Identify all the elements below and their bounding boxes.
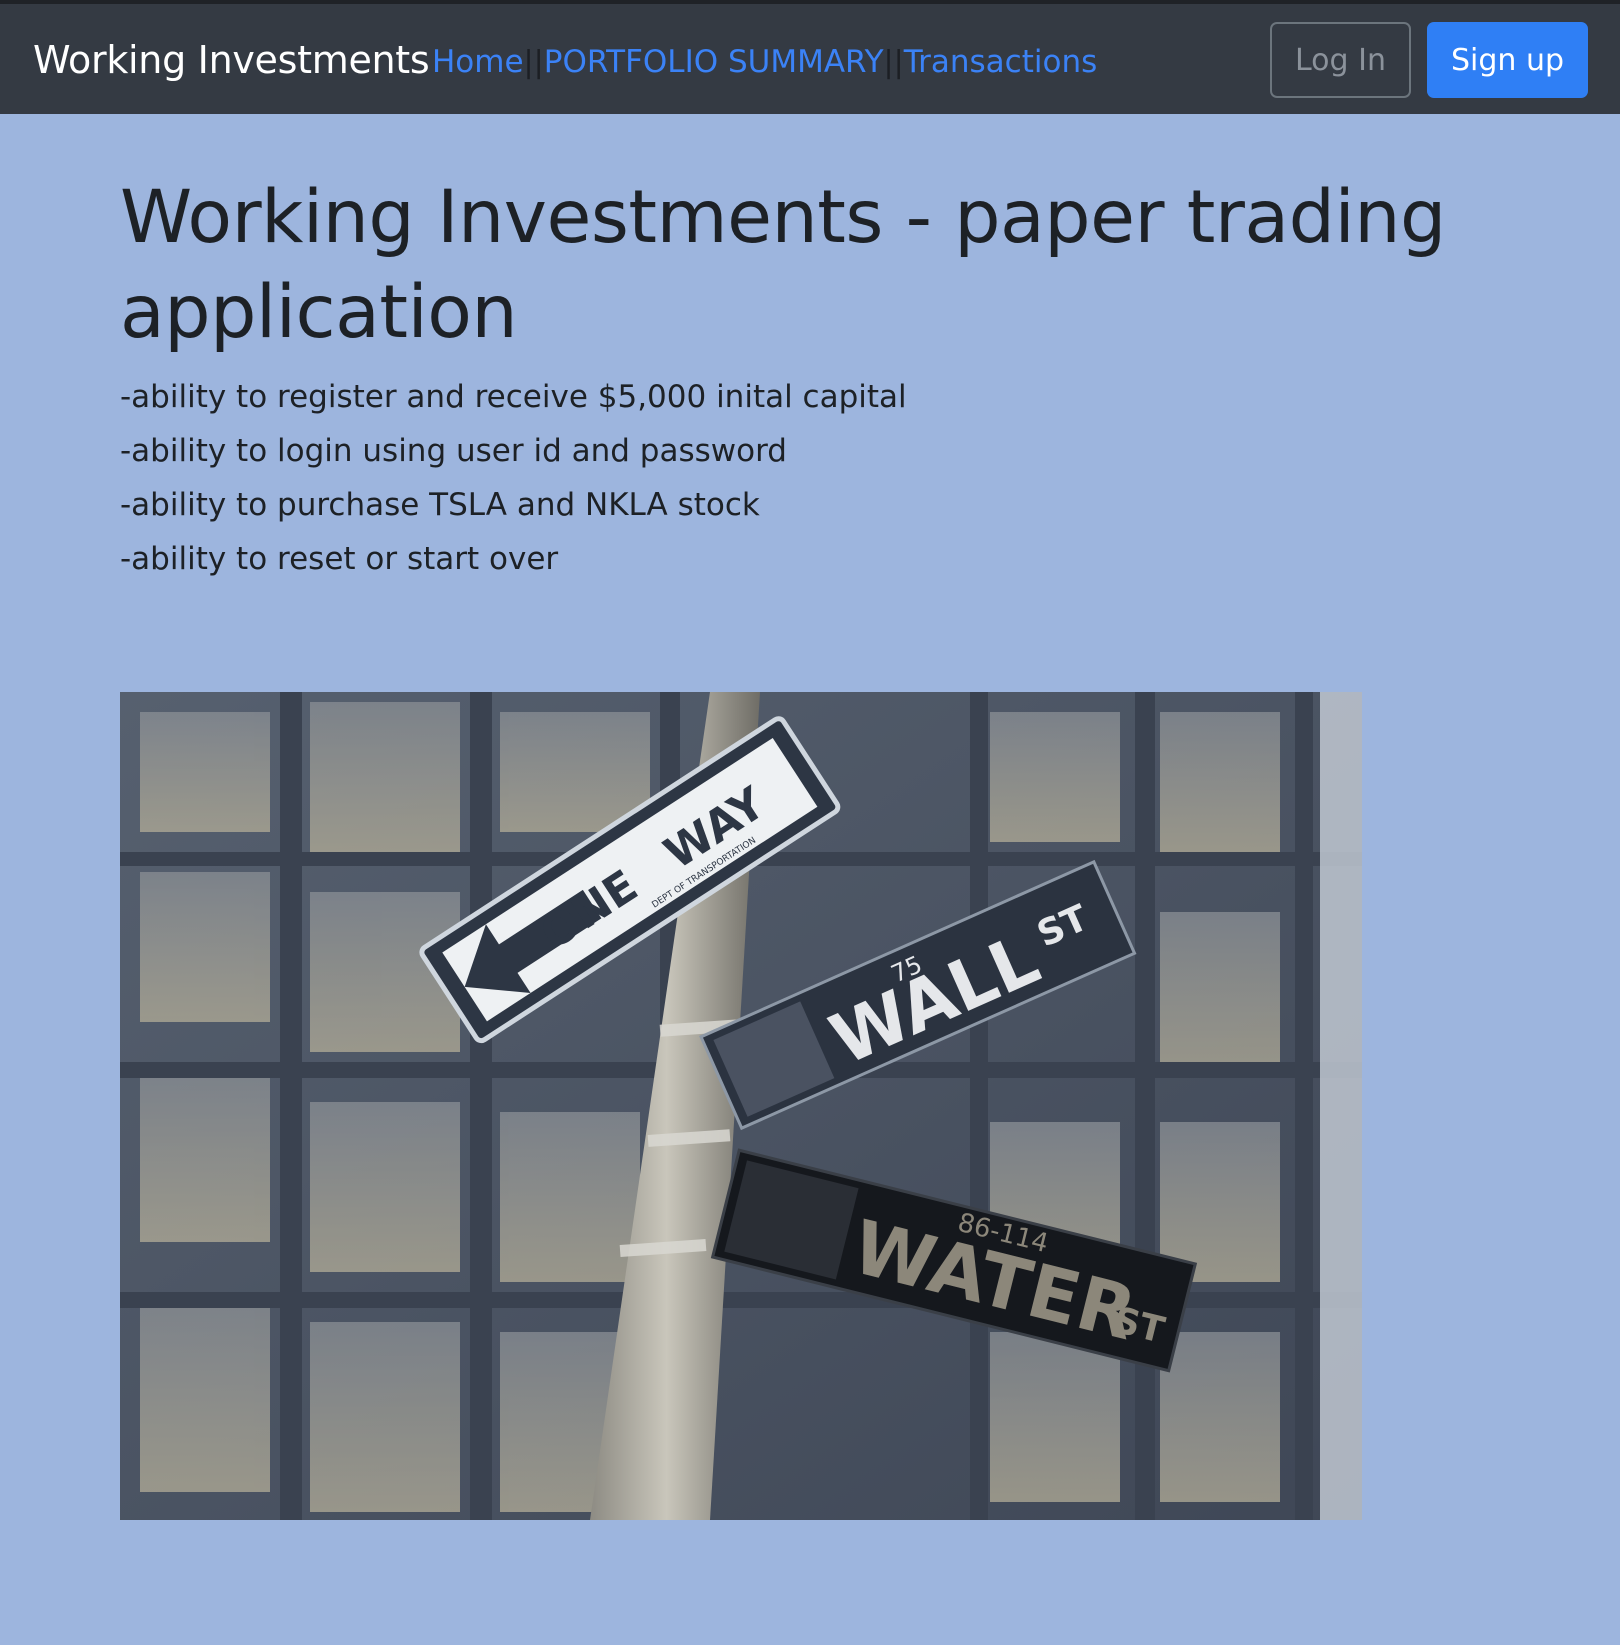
feature-item: -ability to register and receive $5,000 … [120, 379, 907, 415]
navbar: Working Investments Home||PORTFOLIO SUMM… [0, 4, 1620, 114]
page-title: Working Investments - paper trading appl… [120, 175, 1446, 355]
feature-item: -ability to purchase TSLA and NKLA stock [120, 487, 760, 523]
main-content: Working Investments - paper trading appl… [120, 170, 1520, 586]
nav-separator: || [523, 45, 544, 80]
nav-link-transactions[interactable]: Transactions [904, 44, 1098, 80]
nav-link-home[interactable]: Home [432, 44, 524, 80]
brand-link[interactable]: Working Investments [33, 38, 430, 82]
feature-item: -ability to reset or start over [120, 541, 559, 577]
nav-separator: || [883, 45, 904, 80]
feature-item: -ability to login using user id and pass… [120, 433, 787, 469]
nav-links: Home||PORTFOLIO SUMMARY||Transactions [432, 44, 1097, 80]
signup-button[interactable]: Sign up [1427, 22, 1588, 98]
login-button[interactable]: Log In [1270, 22, 1411, 98]
nav-link-portfolio-summary[interactable]: PORTFOLIO SUMMARY [544, 44, 884, 80]
hero-image: ONE WAY DEPT OF TRANSPORTATION WALL ST 7… [120, 692, 1362, 1520]
wall-street-signs-photo: ONE WAY DEPT OF TRANSPORTATION WALL ST 7… [120, 692, 1362, 1520]
feature-list: -ability to register and receive $5,000 … [120, 370, 1520, 586]
